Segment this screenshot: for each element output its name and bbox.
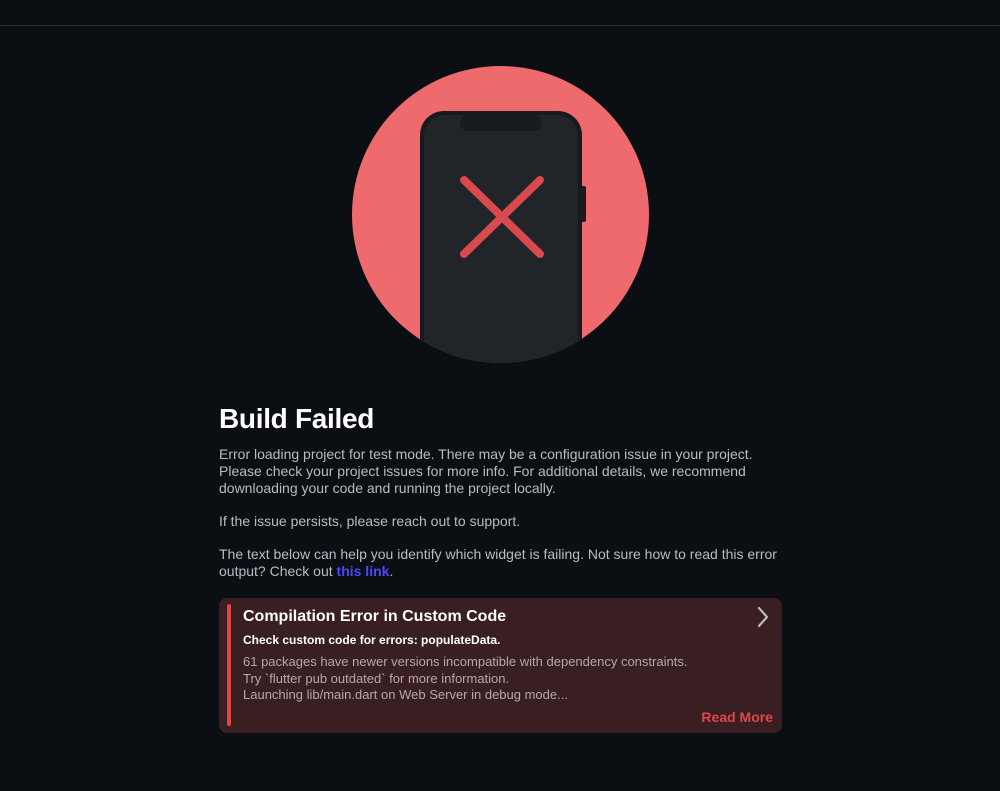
- top-divider: [0, 25, 1000, 26]
- page-title: Build Failed: [219, 403, 375, 434]
- phone-with-x-icon: [352, 66, 649, 363]
- help-link[interactable]: this link: [337, 563, 390, 579]
- error-description: Error loading project for test mode. The…: [219, 446, 753, 496]
- build-failed-illustration: [352, 66, 649, 363]
- chevron-right-icon[interactable]: [754, 606, 772, 628]
- error-accent-bar: [227, 604, 231, 726]
- error-title: Compilation Error in Custom Code: [243, 608, 507, 625]
- widget-help-text-body: The text below can help you identify whi…: [219, 546, 777, 579]
- widget-help-text: The text below can help you identify whi…: [219, 546, 782, 580]
- error-log-line: Launching lib/main.dart on Web Server in…: [243, 687, 568, 702]
- error-log-line: Try `flutter pub outdated` for more info…: [243, 670, 510, 686]
- error-subtitle: Check custom code for errors: populateDa…: [243, 633, 501, 647]
- support-message: If the issue persists, please reach out …: [219, 513, 521, 529]
- error-log: 61 packages have newer versions incompat…: [243, 654, 743, 704]
- error-log-line: 61 packages have newer versions incompat…: [243, 654, 688, 669]
- widget-help-text-end: .: [389, 563, 394, 579]
- build-failed-content: Build Failed Error loading project for t…: [219, 402, 782, 733]
- compilation-error-card[interactable]: Compilation Error in Custom Code Check c…: [219, 598, 782, 733]
- read-more-button[interactable]: Read More: [701, 709, 773, 725]
